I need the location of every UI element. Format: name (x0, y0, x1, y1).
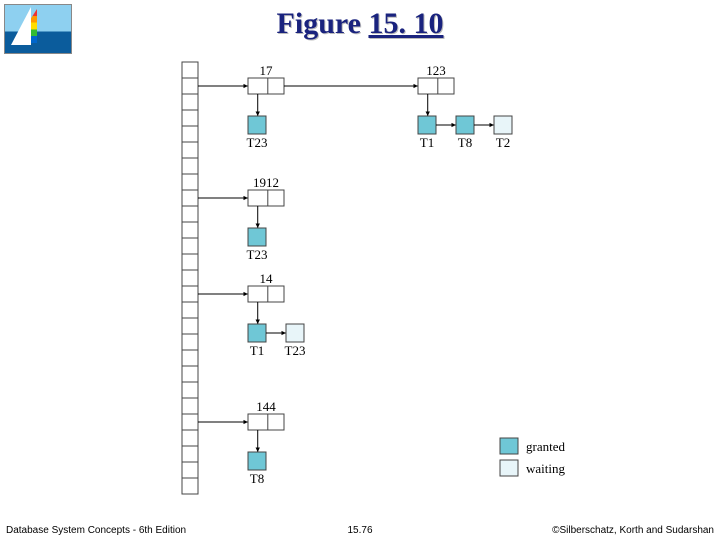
data-key: 1912 (253, 175, 279, 190)
data-key: 144 (256, 399, 276, 414)
txn-label: T8 (250, 471, 264, 486)
bucket-cell (182, 174, 198, 190)
header-box (248, 190, 284, 206)
bucket-cell (182, 254, 198, 270)
header-box (248, 414, 284, 430)
legend-label: granted (526, 439, 565, 454)
bucket-cell (182, 382, 198, 398)
footer-right: ©Silberschatz, Korth and Sudarshan (552, 525, 714, 536)
bucket-cell (182, 62, 198, 78)
bucket-cell (182, 270, 198, 286)
lock-node (248, 324, 266, 342)
diagram-svg: 17 T23 123 T1 T8 T2 1912 T23 14 T1 T23 144 T8 grante… (0, 0, 720, 540)
bucket-cell (182, 78, 198, 94)
data-key: 14 (260, 271, 274, 286)
lock-node (456, 116, 474, 134)
lock-node (248, 228, 266, 246)
txn-label: T23 (247, 247, 268, 262)
txn-label: T1 (250, 343, 264, 358)
bucket-cell (182, 350, 198, 366)
bucket-cell (182, 126, 198, 142)
bucket-cell (182, 366, 198, 382)
data-key: 123 (426, 63, 446, 78)
bucket-cell (182, 414, 198, 430)
bucket-cell (182, 222, 198, 238)
lock-node (418, 116, 436, 134)
header-box (248, 286, 284, 302)
bucket-cell (182, 318, 198, 334)
lock-node (248, 116, 266, 134)
legend-swatch (500, 460, 518, 476)
bucket-cell (182, 142, 198, 158)
data-key: 17 (260, 63, 274, 78)
bucket-cell (182, 462, 198, 478)
bucket-cell (182, 302, 198, 318)
txn-label: T8 (458, 135, 472, 150)
txn-label: T23 (247, 135, 268, 150)
bucket-cell (182, 190, 198, 206)
bucket-cell (182, 158, 198, 174)
bucket-cell (182, 286, 198, 302)
lock-node (494, 116, 512, 134)
header-box (418, 78, 454, 94)
bucket-cell (182, 398, 198, 414)
txn-label: T2 (496, 135, 510, 150)
bucket-cell (182, 238, 198, 254)
bucket-cell (182, 94, 198, 110)
bucket-cell (182, 430, 198, 446)
legend-label: waiting (526, 461, 565, 476)
bucket-cell (182, 110, 198, 126)
lock-node (248, 452, 266, 470)
bucket-cell (182, 446, 198, 462)
lock-node (286, 324, 304, 342)
bucket-cell (182, 478, 198, 494)
legend-swatch (500, 438, 518, 454)
txn-label: T23 (285, 343, 306, 358)
bucket-cell (182, 206, 198, 222)
bucket-cell (182, 334, 198, 350)
header-box (248, 78, 284, 94)
txn-label: T1 (420, 135, 434, 150)
